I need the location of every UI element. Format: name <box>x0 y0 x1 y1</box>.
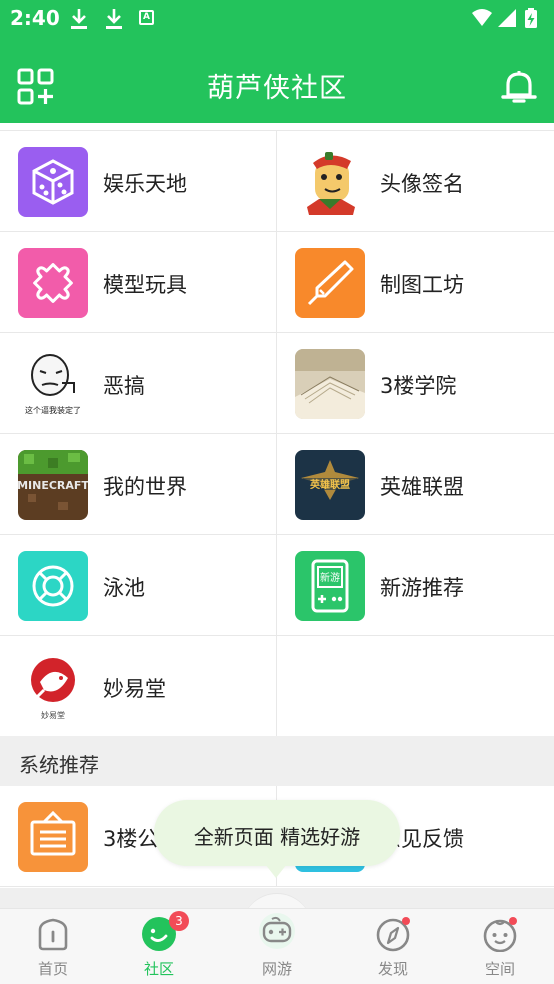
nav-label: 首页 <box>37 960 68 978</box>
meme-face-icon: 这个逼我装定了 <box>18 349 88 419</box>
page-title: 葫芦侠社区 <box>207 73 347 104</box>
nav-item-online-games[interactable]: 网游 <box>227 908 327 984</box>
category-item-minecraft[interactable]: MINECRAFT 我的世界 <box>0 434 277 534</box>
nav-label: 空间 <box>484 960 515 978</box>
gameboy-icon: 新游 <box>295 551 365 621</box>
category-item-miaoyitang[interactable]: 妙易堂 妙易堂 <box>0 636 277 736</box>
nav-label: 发现 <box>377 960 408 978</box>
category-row: 模型玩具 制图工坊 <box>0 232 554 333</box>
category-label: 恶搞 <box>103 374 145 398</box>
category-item-new-games[interactable]: 新游 新游推荐 <box>277 535 554 635</box>
new-dot <box>509 917 517 925</box>
category-row: MINECRAFT 我的世界 英雄联盟 英雄联盟 <box>0 434 554 535</box>
open-book-icon <box>295 349 365 419</box>
font-a-icon: A <box>139 10 154 25</box>
toast-tail <box>265 864 287 878</box>
battery-charging-icon <box>525 8 537 28</box>
category-item-design[interactable]: 制图工坊 <box>277 232 554 332</box>
gamepad-icon <box>259 913 295 949</box>
category-label: 英雄联盟 <box>380 475 464 499</box>
category-label: 模型玩具 <box>103 273 187 297</box>
lol-icon: 英雄联盟 <box>295 450 365 520</box>
system-tray-icons <box>472 8 537 28</box>
home-icon <box>38 918 68 951</box>
category-row: 娱乐天地 头像签名 <box>0 131 554 232</box>
category-row: 这个逼我装定了 恶搞 3楼学院 <box>0 333 554 434</box>
category-label: 泳池 <box>103 576 145 600</box>
category-row: 泳池 新游 新游推荐 <box>0 535 554 636</box>
category-item-lol[interactable]: 英雄联盟 英雄联盟 <box>277 434 554 534</box>
wifi-icon <box>472 9 492 26</box>
bell-icon[interactable] <box>500 68 538 106</box>
category-label: 3楼学院 <box>380 374 457 398</box>
fish-logo-icon: 妙易堂 <box>18 652 88 722</box>
nav-item-space[interactable]: 空间 <box>450 908 550 984</box>
status-time: 2:40 <box>10 6 60 30</box>
category-item-academy[interactable]: 3楼学院 <box>277 333 554 433</box>
nav-label: 社区 <box>143 960 174 978</box>
nav-label: 网游 <box>261 960 292 978</box>
category-label: 妙易堂 <box>103 677 166 701</box>
empty-cell <box>277 636 554 736</box>
category-grid: 娱乐天地 头像签名 模型玩具 制图工坊 这个逼我装定了 恶搞 3楼学院 MINE… <box>0 130 554 737</box>
toast-text: 全新页面 精选好游 <box>193 825 361 849</box>
status-bar: 2:40 A <box>0 0 554 36</box>
meme-caption: 这个逼我装定了 <box>25 405 81 415</box>
pen-nib-icon <box>295 248 365 318</box>
app-header: 葫芦侠社区 <box>0 36 554 123</box>
lol-logo-text: 英雄联盟 <box>309 478 350 491</box>
category-label: 我的世界 <box>103 475 187 499</box>
sign-board-icon <box>18 802 88 872</box>
puzzle-icon <box>18 248 88 318</box>
category-item-pool[interactable]: 泳池 <box>0 535 277 635</box>
category-item-avatar[interactable]: 头像签名 <box>277 131 554 231</box>
category-list: 娱乐天地 头像签名 模型玩具 制图工坊 这个逼我装定了 恶搞 3楼学院 MINE… <box>0 123 554 908</box>
miaoyitang-logo-text: 妙易堂 <box>41 710 65 720</box>
lifebuoy-icon <box>18 551 88 621</box>
nav-item-community[interactable]: 3 社区 <box>109 908 209 984</box>
category-label: 头像签名 <box>380 172 464 196</box>
category-label: 制图工坊 <box>380 273 464 297</box>
category-item-funny[interactable]: 这个逼我装定了 恶搞 <box>0 333 277 433</box>
toast-bubble: 全新页面 精选好游 <box>154 800 400 866</box>
download-icon <box>106 9 122 29</box>
dice-icon <box>18 147 88 217</box>
section-title: 系统推荐 <box>19 753 99 777</box>
new-games-screen-text: 新游 <box>320 571 340 584</box>
nav-item-discover[interactable]: 发现 <box>343 908 443 984</box>
category-label: 新游推荐 <box>380 576 464 600</box>
minecraft-icon: MINECRAFT <box>18 450 88 520</box>
signal-icon <box>498 9 516 27</box>
nav-item-home[interactable]: 首页 <box>3 908 103 984</box>
category-item-entertainment[interactable]: 娱乐天地 <box>0 131 277 231</box>
download-icon <box>71 9 87 29</box>
minecraft-logo-text: MINECRAFT <box>18 479 88 492</box>
category-row: 妙易堂 妙易堂 <box>0 636 554 737</box>
new-dot <box>402 917 410 925</box>
notification-badge: 3 <box>169 911 189 931</box>
category-item-models[interactable]: 模型玩具 <box>0 232 277 332</box>
cartoon-avatar-icon <box>295 147 365 217</box>
category-label: 娱乐天地 <box>103 172 187 196</box>
section-header: 系统推荐 <box>0 736 554 786</box>
